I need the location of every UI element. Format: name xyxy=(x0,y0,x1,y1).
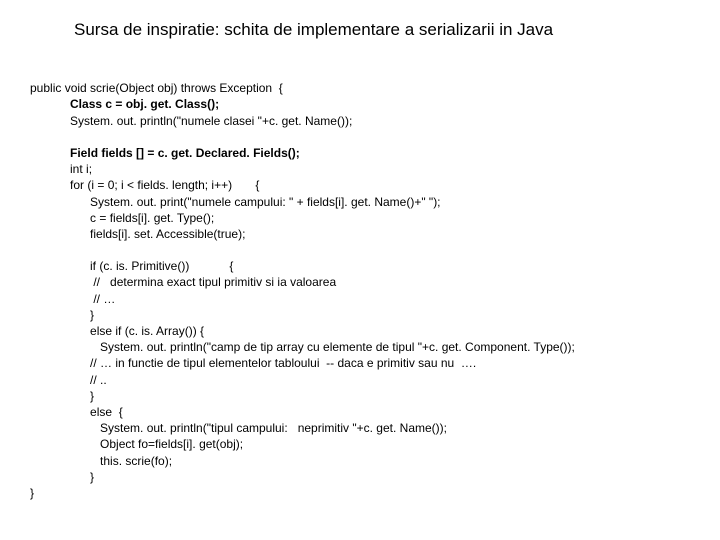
code-line: c = fields[i]. get. Type(); xyxy=(90,211,214,225)
code-line: Class c = obj. get. Class(); xyxy=(70,97,219,111)
code-line: for (i = 0; i < fields. length; i++) { xyxy=(70,178,259,192)
code-line: else if (c. is. Array()) { xyxy=(90,324,204,338)
code-line: else { xyxy=(90,405,123,419)
code-line: public void scrie(Object obj) throws Exc… xyxy=(30,81,283,95)
code-line: // .. xyxy=(90,373,107,387)
page-title: Sursa de inspiratie: schita de implement… xyxy=(74,20,690,40)
code-line: // … xyxy=(90,292,115,306)
code-line: System. out. println("numele clasei "+c.… xyxy=(70,114,352,128)
code-line: } xyxy=(90,308,94,322)
code-line: this. scrie(fo); xyxy=(100,454,172,468)
code-line: Field fields [] = c. get. Declared. Fiel… xyxy=(70,146,300,160)
code-line: System. out. print("numele campului: " +… xyxy=(90,195,441,209)
code-line: System. out. println("tipul campului: ne… xyxy=(100,421,447,435)
code-line: } xyxy=(90,470,94,484)
code-block: public void scrie(Object obj) throws Exc… xyxy=(30,64,690,501)
code-line: fields[i]. set. Accessible(true); xyxy=(90,227,245,241)
code-line: int i; xyxy=(70,162,92,176)
code-line: Object fo=fields[i]. get(obj); xyxy=(100,437,243,451)
code-line: } xyxy=(30,486,34,500)
code-line: // determina exact tipul primitiv si ia … xyxy=(90,275,336,289)
code-line: // … in functie de tipul elementelor tab… xyxy=(90,356,476,370)
code-line: if (c. is. Primitive()) { xyxy=(90,259,233,273)
code-line: } xyxy=(90,389,94,403)
code-line: System. out. println("camp de tip array … xyxy=(90,340,575,354)
